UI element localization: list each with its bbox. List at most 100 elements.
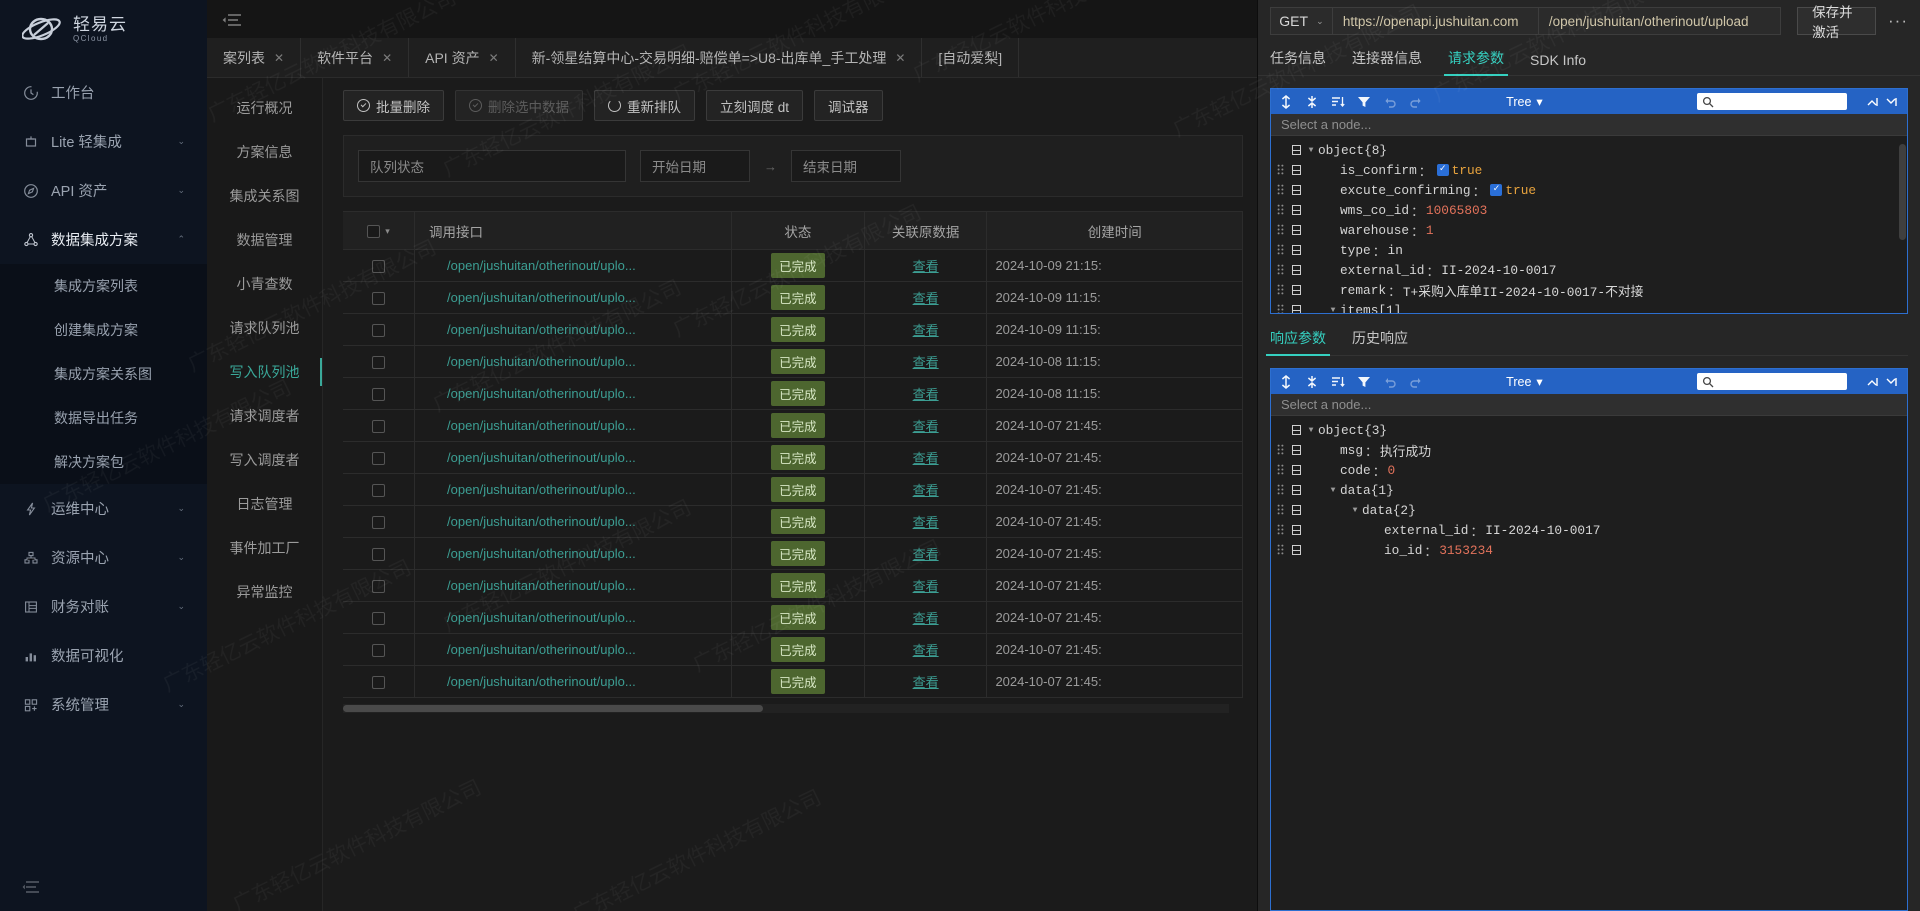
json-node-row[interactable]: external_id： II-2024-10-0017 <box>1271 260 1907 280</box>
table-row[interactable]: /open/jushuitan/otherinout/uplo... 已完成 查看 2… <box>343 569 1243 602</box>
row-related-cell[interactable]: 查看 <box>864 505 988 538</box>
scrollbar-thumb[interactable] <box>343 705 763 712</box>
redo-icon[interactable] <box>1409 95 1423 109</box>
row-api-cell[interactable]: /open/jushuitan/otherinout/uplo... <box>414 601 732 634</box>
editor-search-input[interactable] <box>1697 373 1847 390</box>
json-node-row[interactable]: excute_confirming： true <box>1271 180 1907 200</box>
drag-handle-icon[interactable] <box>1271 203 1289 217</box>
redo-icon[interactable] <box>1409 375 1423 389</box>
row-select-cell[interactable] <box>343 249 416 282</box>
sidebar-subitem-plan-graph[interactable]: 集成方案关系图 <box>0 352 207 396</box>
requeue-button[interactable]: 重新排队 <box>594 90 695 121</box>
row-checkbox[interactable] <box>372 388 386 402</box>
boolean-checkbox[interactable] <box>1436 164 1449 176</box>
row-select-cell[interactable] <box>343 281 416 314</box>
row-api-link[interactable]: /open/jushuitan/otherinout/uplo... <box>447 450 636 465</box>
row-api-link[interactable]: /open/jushuitan/otherinout/uplo... <box>447 386 636 401</box>
start-date-input[interactable]: 开始日期 <box>640 150 750 182</box>
row-api-cell[interactable]: /open/jushuitan/otherinout/uplo... <box>414 345 732 378</box>
json-node-row[interactable]: io_id： 3153234 <box>1271 540 1907 560</box>
close-icon[interactable]: ✕ <box>895 51 905 65</box>
drag-handle-icon[interactable] <box>1271 183 1289 197</box>
json-node-row[interactable]: warehouse： 1 <box>1271 220 1907 240</box>
table-row[interactable]: /open/jushuitan/otherinout/uplo... 已完成 查看 2… <box>343 313 1243 346</box>
row-api-link[interactable]: /open/jushuitan/otherinout/uplo... <box>447 514 636 529</box>
editor-search-input[interactable] <box>1697 93 1847 110</box>
row-api-cell[interactable]: /open/jushuitan/otherinout/uplo... <box>414 377 732 410</box>
sidebar-subitem-solution-pack[interactable]: 解决方案包 <box>0 440 207 484</box>
view-related-link[interactable]: 查看 <box>913 451 939 466</box>
row-api-cell[interactable]: /open/jushuitan/otherinout/uplo... <box>414 409 732 442</box>
row-checkbox[interactable] <box>372 420 386 434</box>
row-select-cell[interactable] <box>343 473 416 506</box>
json-node-row[interactable]: code： 0 <box>1271 460 1907 480</box>
expand-toggle-icon[interactable]: ▼ <box>1326 486 1340 495</box>
node-type-icon[interactable] <box>1289 485 1304 495</box>
undo-icon[interactable] <box>1383 375 1397 389</box>
header-select-all[interactable]: ▾ <box>343 211 416 250</box>
drag-handle-icon[interactable] <box>1271 303 1289 313</box>
table-row[interactable]: /open/jushuitan/otherinout/uplo... 已完成 查看 2… <box>343 601 1243 634</box>
json-value[interactable]: {2} <box>1393 503 1416 518</box>
json-node-row[interactable]: ▼ data {1} <box>1271 480 1907 500</box>
row-select-cell[interactable] <box>343 601 416 634</box>
row-checkbox[interactable] <box>372 516 386 530</box>
row-api-link[interactable]: /open/jushuitan/otherinout/uplo... <box>447 546 636 561</box>
row-select-cell[interactable] <box>343 665 416 698</box>
row-related-cell[interactable]: 查看 <box>864 601 988 634</box>
expand-all-icon[interactable] <box>1279 374 1293 389</box>
json-value[interactable]: true <box>1452 163 1483 178</box>
row-checkbox[interactable] <box>372 260 386 274</box>
node-type-icon[interactable] <box>1289 545 1304 555</box>
editor-search-nav[interactable] <box>1866 376 1899 388</box>
row-api-link[interactable]: /open/jushuitan/otherinout/uplo... <box>447 578 636 593</box>
row-api-link[interactable]: /open/jushuitan/otherinout/uplo... <box>447 642 636 657</box>
node-type-icon[interactable] <box>1289 265 1304 275</box>
undo-icon[interactable] <box>1383 95 1397 109</box>
sidebar-subitem-export-tasks[interactable]: 数据导出任务 <box>0 396 207 440</box>
request-json-scrollbar[interactable] <box>1899 138 1906 311</box>
row-related-cell[interactable]: 查看 <box>864 633 988 666</box>
json-value[interactable]: [1] <box>1378 303 1401 314</box>
menu-toggle-icon[interactable] <box>221 12 241 27</box>
tab-response-params[interactable]: 响应参数 <box>1266 328 1330 356</box>
row-select-cell[interactable] <box>343 313 416 346</box>
row-api-link[interactable]: /open/jushuitan/otherinout/uplo... <box>447 674 636 689</box>
row-api-cell[interactable]: /open/jushuitan/otherinout/uplo... <box>414 505 732 538</box>
row-select-cell[interactable] <box>343 441 416 474</box>
json-node-row[interactable]: wms_co_id： 10065803 <box>1271 200 1907 220</box>
json-value[interactable]: {1} <box>1371 483 1394 498</box>
json-value[interactable]: T+采购入库单II-2024-10-0017-不对接 <box>1403 281 1644 300</box>
json-value[interactable]: 0 <box>1388 463 1396 478</box>
table-row[interactable]: /open/jushuitan/otherinout/uplo... 已完成 查看 2… <box>343 537 1243 570</box>
select-all-checkbox[interactable] <box>367 224 381 238</box>
drag-handle-icon[interactable] <box>1271 223 1289 237</box>
table-row[interactable]: /open/jushuitan/otherinout/uplo... 已完成 查看 2… <box>343 249 1243 282</box>
sort-icon[interactable] <box>1331 375 1345 389</box>
row-select-cell[interactable] <box>343 345 416 378</box>
submenu-item-event-factory[interactable]: 事件加工厂 <box>207 526 322 570</box>
json-value[interactable]: 执行成功 <box>1380 441 1431 460</box>
view-related-link[interactable]: 查看 <box>913 355 939 370</box>
expand-all-icon[interactable] <box>1279 94 1293 109</box>
row-related-cell[interactable]: 查看 <box>864 473 988 506</box>
json-node-row[interactable]: type： in <box>1271 240 1907 260</box>
table-horizontal-scrollbar[interactable] <box>343 704 1229 713</box>
submenu-item-relation-graph[interactable]: 集成关系图 <box>207 174 322 218</box>
submenu-item-data-management[interactable]: 数据管理 <box>207 218 322 262</box>
drag-handle-icon[interactable] <box>1271 243 1289 257</box>
row-api-cell[interactable]: /open/jushuitan/otherinout/uplo... <box>414 313 732 346</box>
table-row[interactable]: /open/jushuitan/otherinout/uplo... 已完成 查看 2… <box>343 441 1243 474</box>
row-api-link[interactable]: /open/jushuitan/otherinout/uplo... <box>447 354 636 369</box>
editor-mode-select[interactable]: Tree ▾ <box>1506 94 1543 110</box>
sidebar-item-resource-center[interactable]: 资源中心 ⌄ <box>0 533 207 582</box>
row-api-cell[interactable]: /open/jushuitan/otherinout/uplo... <box>414 281 732 314</box>
tab-api-assets[interactable]: API 资产 ✕ <box>409 38 516 77</box>
tab-settlement-center[interactable]: 新-领星结算中心-交易明细-赔偿单=>U8-出库单_手工处理 ✕ <box>515 38 923 77</box>
sidebar-item-finance[interactable]: 财务对账 ⌄ <box>0 582 207 631</box>
expand-toggle-icon[interactable]: ▼ <box>1326 306 1340 314</box>
host-input[interactable]: https://openapi.jushuitan.com <box>1332 7 1539 35</box>
table-row[interactable]: /open/jushuitan/otherinout/uplo... 已完成 查看 2… <box>343 409 1243 442</box>
row-checkbox[interactable] <box>372 580 386 594</box>
json-value[interactable]: {3} <box>1364 423 1387 438</box>
